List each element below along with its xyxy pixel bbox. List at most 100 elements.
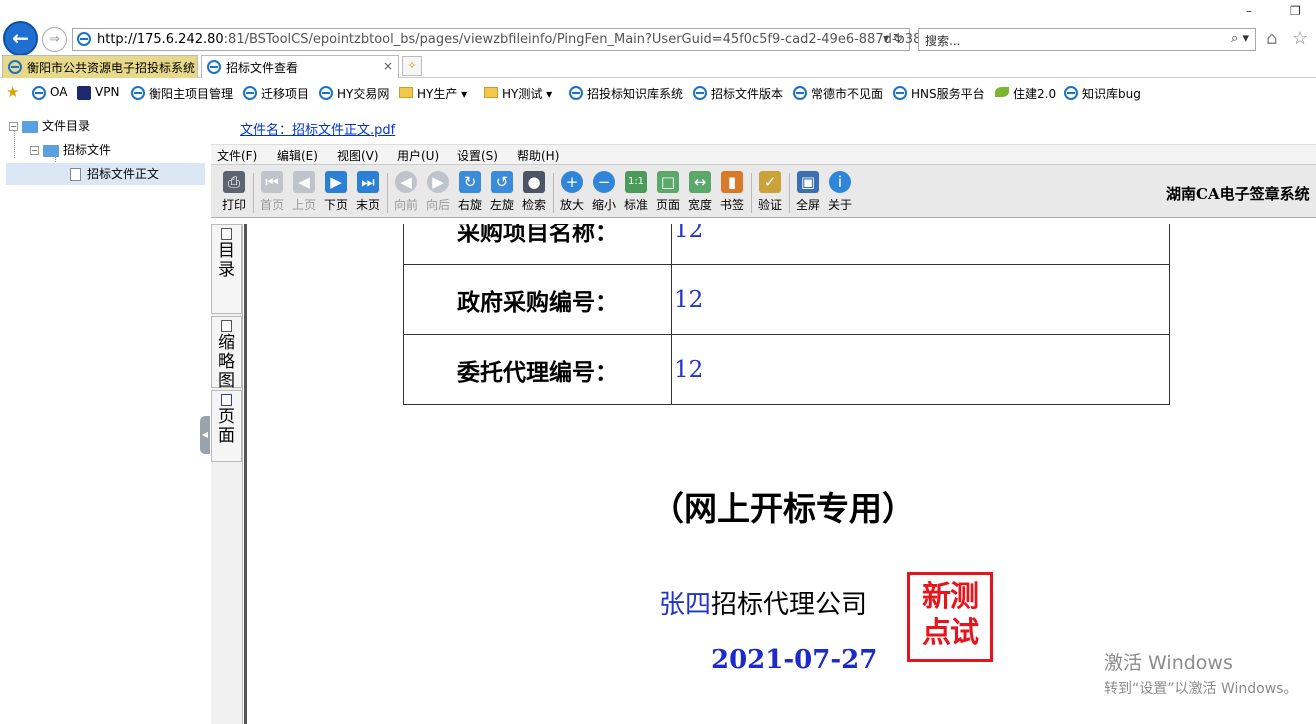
last-page-icon: ⏭ [357,171,379,193]
fav-item-changde[interactable]: 常德市不见面 [793,85,883,102]
next-page-icon: ▶ [325,171,347,193]
printer-icon: ⎙ [223,171,245,193]
fav-item-knowledge-bug[interactable]: 知识库bug [1064,85,1141,102]
folder-icon [43,144,59,157]
tree-node-bid-files[interactable]: − 招标文件 [30,139,111,161]
minimize-icon[interactable]: – [1246,4,1252,18]
panel-collapse-handle[interactable]: ◀ [200,416,210,454]
ie-page-icon [77,32,91,46]
print-button[interactable]: ⎙ 打印 [219,171,249,213]
menu-view[interactable]: 视图(V) [337,147,379,164]
ie-icon [319,86,333,100]
fav-item-knowledge-system[interactable]: 招投标知识库系统 [569,85,683,102]
new-tab-button[interactable]: ✧ [402,56,422,76]
tab-file-view[interactable]: 招标文件查看 × [201,55,399,78]
actual-size-button[interactable]: 1:1 标准 [621,171,651,213]
search-box[interactable]: 搜索... ⌕ ▾ [918,28,1256,51]
agent-name: 张四 [659,590,712,620]
red-seal-stamp: 新测 点试 [907,572,993,662]
tab-label: 衡阳市公共资源电子招投标系统 [27,61,196,75]
table-value: 12 [671,224,1170,265]
bookmark-button[interactable]: ▮ 书签 [717,171,747,213]
fav-item-zhujian[interactable]: 住建2.0 [995,85,1056,102]
rotate-right-icon: ↻ [459,171,481,193]
verify-button[interactable]: ✓ 验证 [755,171,785,213]
ie-icon [793,86,807,100]
close-icon[interactable]: × [383,59,393,73]
collapse-icon[interactable]: − [30,146,39,155]
fullscreen-icon: ▣ [797,171,819,193]
fav-item-hengyang-mgmt[interactable]: 衡阳主项目管理 [131,85,233,102]
zoom-in-button[interactable]: + 放大 [557,171,587,213]
tab-hengyang-system[interactable]: 衡阳市公共资源电子招投标系统 [2,55,198,78]
tab-pages[interactable]: 页面 [211,390,242,462]
vpn-icon [77,86,91,100]
fav-item-oa[interactable]: OA [32,85,67,100]
fav-item-migrate[interactable]: 迁移项目 [243,85,309,102]
zoom-out-button[interactable]: − 缩小 [589,171,619,213]
rotate-right-button[interactable]: ↻ 右旋 [455,171,485,213]
last-page-button[interactable]: ⏭ 末页 [353,171,383,213]
info-icon: i [829,171,851,193]
rotate-left-button[interactable]: ↺ 左旋 [487,171,517,213]
chevron-left-icon: ◀ [201,430,209,439]
fav-item-hy-trade[interactable]: HY交易网 [319,85,389,102]
tree-node-root[interactable]: − 文件目录 [9,115,90,137]
menu-file[interactable]: 文件(F) [217,147,257,164]
ie-icon [893,86,907,100]
table-row: 委托代理编号： 12 [403,334,1170,405]
favorites-star-icon[interactable]: ☆ [1292,28,1308,49]
menu-edit[interactable]: 编辑(E) [277,147,318,164]
tab-thumbnails[interactable]: 缩略图 [211,316,242,391]
first-page-button[interactable]: ⏮ 首页 [257,171,287,213]
prev-page-button[interactable]: ◀ 上页 [289,171,319,213]
search-icon[interactable]: ⌕ ▾ [1231,31,1249,46]
menu-help[interactable]: 帮助(H) [517,147,559,164]
collapse-icon[interactable]: − [9,122,18,131]
fit-page-icon: □ [657,171,679,193]
home-icon[interactable]: ⌂ [1266,28,1277,49]
agent-suffix: 招标代理公司 [711,590,868,620]
tab-outline[interactable]: 目录 [211,224,242,314]
forward-button[interactable]: ⇒ [42,27,67,52]
next-page-button[interactable]: ▶ 下页 [321,171,351,213]
fav-folder-hy-prod[interactable]: HY生产 ▾ [399,85,467,102]
restore-icon[interactable]: ❐ [1290,4,1301,18]
about-button[interactable]: i 关于 [825,171,855,213]
tree-node-bid-main-text[interactable]: 招标文件正文 [6,163,205,185]
online-bidding-heading: （网上开标专用） [651,489,915,528]
fullscreen-button[interactable]: ▣ 全屏 [793,171,823,213]
page-icon [70,168,81,181]
table-value: 12 [671,334,1170,405]
new-tab-icon: ✧ [407,59,417,72]
ie-icon [243,86,257,100]
bookmark-flag-icon [221,228,232,240]
search-placeholder: 搜索... [925,34,961,48]
forward-view-button[interactable]: ▶ 向后 [423,171,453,213]
table-key: 委托代理编号： [403,334,672,405]
fav-folder-hy-test[interactable]: HY测试 ▾ [484,85,552,102]
table-key: 采购项目名称： [403,224,672,265]
document-date: 2021-07-27 [711,645,878,675]
fav-item-file-version[interactable]: 招标文件版本 [693,85,783,102]
url-text[interactable]: http://175.6.242.80:81/BSToolCS/epointzb… [97,32,965,47]
bookmark-icon: ▮ [721,171,743,193]
fav-item-vpn[interactable]: VPN [77,85,119,100]
viewer-toolbar: ⎙ 打印 ⏮ 首页 ◀ 上页 ▶ 下页 ⏭ 末页 ◀ 向前 ▶ 向后 ↻ 右旋 ↺ 左旋 ● 检索 … [211,164,1316,218]
refresh-icon[interactable]: ▾ ↻ [883,31,903,45]
fit-width-button[interactable]: ↔ 宽度 [685,171,715,213]
back-button[interactable]: ← [3,21,38,56]
zoom-out-icon: − [593,171,615,193]
address-bar[interactable]: http://175.6.242.80:81/BSToolCS/epointzb… [72,28,965,51]
menu-user[interactable]: 用户(U) [397,147,439,164]
binoculars-icon: ● [523,171,545,193]
fit-page-button[interactable]: □ 页面 [653,171,683,213]
table-key: 政府采购编号： [403,264,672,335]
menu-settings[interactable]: 设置(S) [457,147,498,164]
search-button[interactable]: ● 检索 [519,171,549,213]
fav-item-hns-platform[interactable]: HNS服务平台 [893,85,985,102]
folder-icon [22,120,38,133]
verify-icon: ✓ [759,171,781,193]
back-view-button[interactable]: ◀ 向前 [391,171,421,213]
file-name-link[interactable]: 文件名：招标文件正文.pdf [240,119,395,138]
